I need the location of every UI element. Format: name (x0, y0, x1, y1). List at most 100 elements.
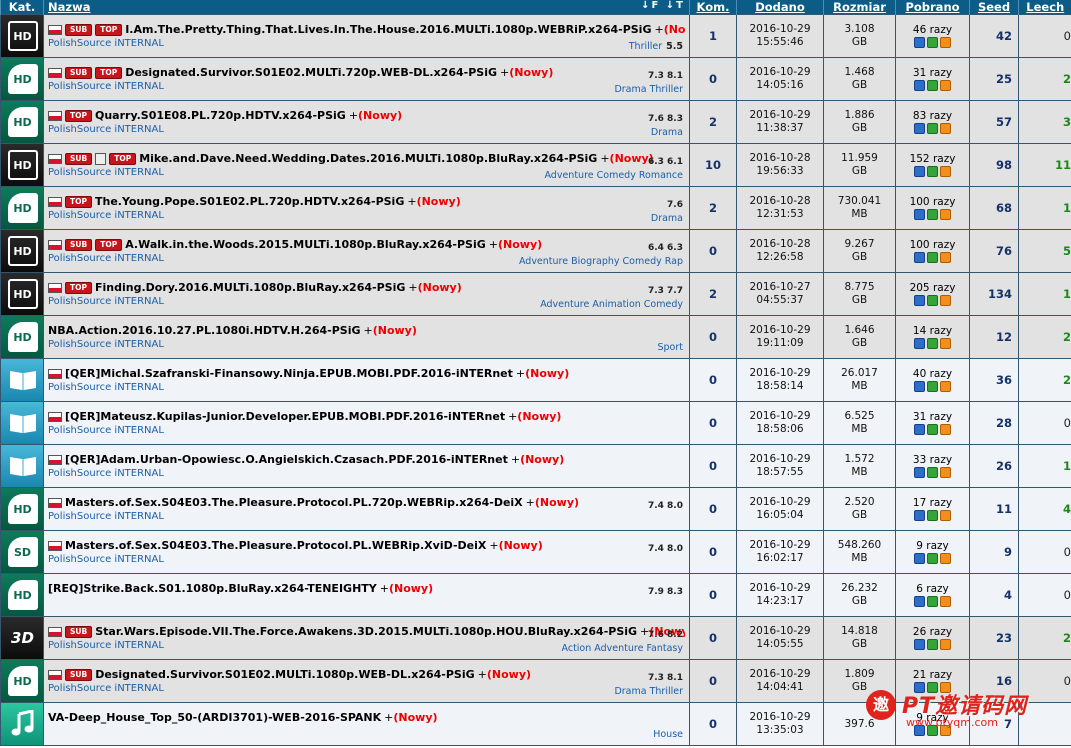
comments-count[interactable]: 0 (689, 315, 737, 359)
save-icon[interactable] (914, 123, 925, 134)
torrent-title-link[interactable]: Quarry.S01E08.PL.720p.HDTV.x264-PSiG (95, 109, 346, 122)
comments-count[interactable]: 0 (689, 358, 737, 402)
download-icon[interactable] (927, 725, 938, 736)
category-cell[interactable] (0, 444, 44, 488)
leechers-count[interactable]: 2 (1018, 358, 1071, 402)
save-icon[interactable] (914, 338, 925, 349)
comments-count[interactable]: 0 (689, 659, 737, 703)
save-icon[interactable] (914, 209, 925, 220)
category-cell[interactable]: SD (0, 530, 44, 574)
table-row[interactable]: HD NBA.Action.2016.10.27.PL.1080i.HDTV.H.… (0, 315, 1071, 359)
genre-list[interactable]: Drama Thriller (614, 84, 683, 95)
music-category-icon[interactable] (1, 703, 44, 745)
leechers-count[interactable]: 0 (1018, 573, 1071, 617)
category-cell[interactable]: HD (0, 315, 44, 359)
leechers-count[interactable]: 0 (1018, 401, 1071, 445)
category-cell[interactable]: HD (0, 573, 44, 617)
leechers-count[interactable]: 2 (1018, 616, 1071, 660)
leechers-count[interactable]: 0 (1018, 530, 1071, 574)
rss-icon[interactable] (940, 209, 951, 220)
leechers-count[interactable]: 11 (1018, 143, 1071, 187)
seeders-count[interactable]: 42 (969, 14, 1019, 58)
save-icon[interactable] (914, 467, 925, 478)
download-icon[interactable] (927, 553, 938, 564)
comments-count[interactable]: 0 (689, 702, 737, 746)
rss-icon[interactable] (940, 725, 951, 736)
table-row[interactable]: HD Masters.of.Sex.S04E03.The.Pleasure.Pro… (0, 487, 1071, 531)
save-icon[interactable] (914, 639, 925, 650)
table-row[interactable]: HD SUB TOP Designated.Survivor.S01E02.MULTi… (0, 57, 1071, 101)
category-cell[interactable]: HD (0, 57, 44, 101)
download-icon[interactable] (927, 381, 938, 392)
comments-count[interactable]: 0 (689, 444, 737, 488)
save-icon[interactable] (914, 80, 925, 91)
rss-icon[interactable] (940, 80, 951, 91)
rss-icon[interactable] (940, 381, 951, 392)
comments-count[interactable]: 0 (689, 616, 737, 660)
download-icon[interactable] (927, 338, 938, 349)
torrent-title-link[interactable]: [QER]Adam.Urban-Opowiesc.O.Angielskich.C… (65, 453, 508, 466)
seeders-count[interactable]: 11 (969, 487, 1019, 531)
torrent-title-link[interactable]: Finding.Dory.2016.MULTi.1080p.BluRay.x26… (95, 281, 405, 294)
hd-category-icon[interactable]: HD (1, 187, 44, 229)
save-icon[interactable] (914, 381, 925, 392)
rss-icon[interactable] (940, 553, 951, 564)
header-dodano[interactable]: Dodano (736, 0, 824, 15)
category-cell[interactable]: 3D (0, 616, 44, 660)
torrent-title-link[interactable]: [QER]Michal.Szafranski-Finansowy.Ninja.E… (65, 367, 513, 380)
comments-count[interactable]: 2 (689, 272, 737, 316)
comments-count[interactable]: 0 (689, 530, 737, 574)
leechers-count[interactable]: 1 (1018, 272, 1071, 316)
hd-category-icon[interactable]: HD (1, 230, 44, 272)
book-category-icon[interactable] (1, 359, 44, 401)
table-row[interactable]: [QER]Mateusz.Kupilas-Junior.Developer.EP… (0, 401, 1071, 445)
download-icon[interactable] (927, 123, 938, 134)
download-icon[interactable] (927, 467, 938, 478)
seeders-count[interactable]: 98 (969, 143, 1019, 187)
seeders-count[interactable]: 16 (969, 659, 1019, 703)
leechers-count[interactable]: 2 (1018, 57, 1071, 101)
leechers-count[interactable]: 0 (1018, 659, 1071, 703)
save-icon[interactable] (914, 166, 925, 177)
table-row[interactable]: [QER]Adam.Urban-Opowiesc.O.Angielskich.C… (0, 444, 1071, 488)
rss-icon[interactable] (940, 166, 951, 177)
3d-category-icon[interactable]: 3D (1, 617, 44, 659)
save-icon[interactable] (914, 553, 925, 564)
rss-icon[interactable] (940, 682, 951, 693)
table-row[interactable]: HD TOP Finding.Dory.2016.MULTi.1080p.BluRa… (0, 272, 1071, 316)
category-cell[interactable]: HD (0, 229, 44, 273)
seeders-count[interactable]: 134 (969, 272, 1019, 316)
book-category-icon[interactable] (1, 402, 44, 444)
table-row[interactable]: HD TOP Quarry.S01E08.PL.720p.HDTV.x264-PSi… (0, 100, 1071, 144)
leechers-count[interactable]: 1 (1018, 186, 1071, 230)
hd-category-icon[interactable]: HD (1, 15, 44, 57)
hd-category-icon[interactable]: HD (1, 273, 44, 315)
comments-count[interactable]: 2 (689, 186, 737, 230)
header-nazwa[interactable]: Nazwa ↓F ↓T (43, 0, 690, 15)
leechers-count[interactable]: 1 (1018, 444, 1071, 488)
seeders-count[interactable]: 26 (969, 444, 1019, 488)
header-kom[interactable]: Kom. (689, 0, 737, 15)
torrent-title-link[interactable]: Mike.and.Dave.Need.Wedding.Dates.2016.MU… (139, 152, 597, 165)
download-icon[interactable] (927, 166, 938, 177)
genre-list[interactable]: Drama (651, 213, 683, 224)
torrent-title-link[interactable]: NBA.Action.2016.10.27.PL.1080i.HDTV.H.26… (48, 324, 361, 337)
header-kat[interactable]: Kat. (0, 0, 44, 15)
hd-category-icon[interactable]: HD (1, 58, 44, 100)
download-icon[interactable] (927, 209, 938, 220)
header-seed[interactable]: Seed (969, 0, 1019, 15)
hd-category-icon[interactable]: HD (1, 316, 44, 358)
leechers-count[interactable]: 0 (1018, 14, 1071, 58)
seeders-count[interactable]: 25 (969, 57, 1019, 101)
torrent-title-link[interactable]: Masters.of.Sex.S04E03.The.Pleasure.Proto… (65, 539, 486, 552)
torrent-title-link[interactable]: Star.Wars.Episode.VII.The.Force.Awakens.… (95, 625, 637, 638)
comments-count[interactable]: 0 (689, 401, 737, 445)
category-cell[interactable] (0, 702, 44, 746)
category-cell[interactable]: HD (0, 186, 44, 230)
comments-count[interactable]: 1 (689, 14, 737, 58)
torrent-title-link[interactable]: [REQ]Strike.Back.S01.1080p.BluRay.x264-T… (48, 582, 377, 595)
rss-icon[interactable] (940, 596, 951, 607)
genre-list[interactable]: House (653, 729, 683, 740)
hd-category-icon[interactable]: HD (1, 144, 44, 186)
download-icon[interactable] (927, 682, 938, 693)
